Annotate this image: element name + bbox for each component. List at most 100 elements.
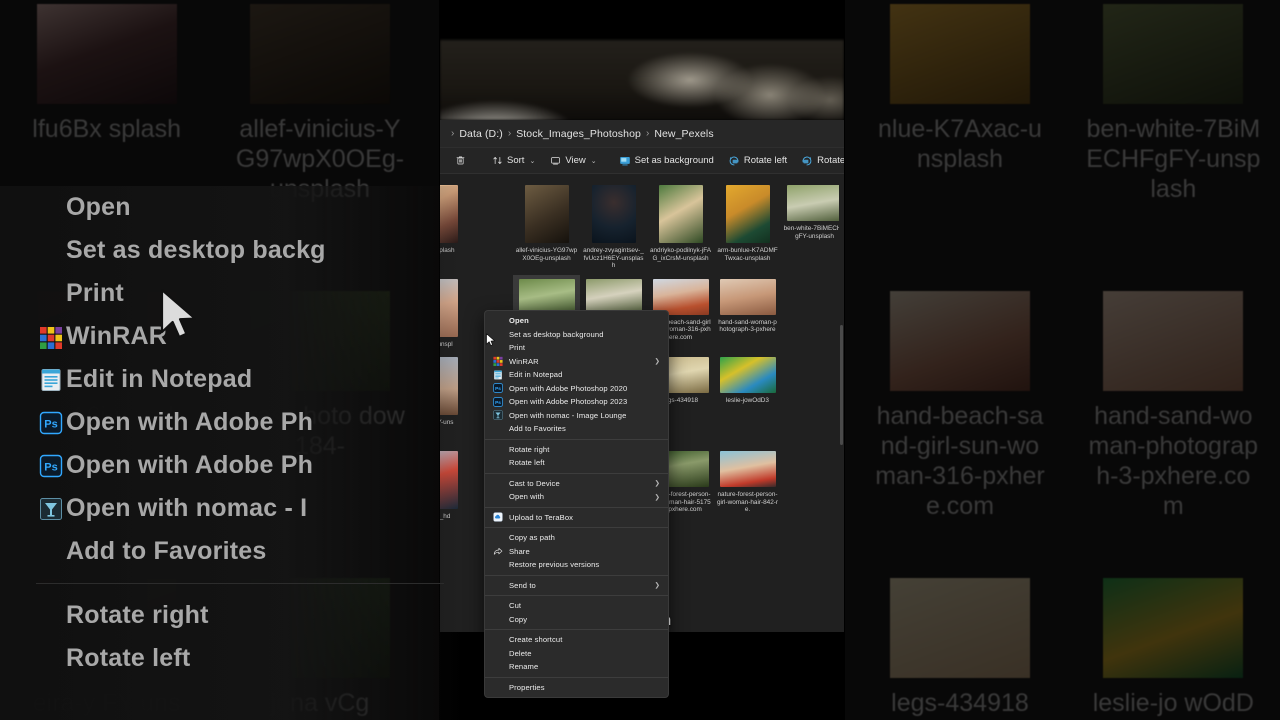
- no-icon: [491, 580, 504, 591]
- no-icon: [491, 682, 504, 693]
- rotate-left-button[interactable]: Rotate left: [721, 151, 794, 171]
- file-item[interactable]: ben-white-7BiMECHFgFY-unsplash: [781, 181, 844, 275]
- chevron-right-icon: ›: [451, 127, 455, 139]
- menu-item-label: Rename: [509, 662, 539, 672]
- menu-item-label: Send to: [509, 580, 536, 590]
- file-item[interactable]: leslie-jowOdD3: [714, 353, 781, 447]
- rotate-right-button[interactable]: Rotate right: [794, 151, 844, 171]
- set-as-background-button[interactable]: Set as background: [612, 151, 721, 171]
- menu-item-winrar[interactable]: WinRAR ❯: [485, 355, 668, 369]
- menu-item-edit-in-notepad[interactable]: Edit in Notepad: [485, 368, 668, 382]
- photoshop-icon: Ps: [38, 453, 64, 479]
- magnified-menu-item-open-with-photoshop-2023[interactable]: Ps Open with Adobe Ph: [0, 444, 464, 487]
- file-label: leslie-jowOdD3: [726, 397, 769, 405]
- menu-item-label: Open with Adobe Photoshop 2020: [509, 383, 628, 393]
- magnified-menu-label: Rotate right: [66, 601, 209, 629]
- video-letterbox-top: [440, 0, 844, 40]
- menu-item-copy[interactable]: Copy: [485, 613, 668, 627]
- menu-item-copy-as-path[interactable]: Copy as path: [485, 531, 668, 545]
- breadcrumb-item-folder[interactable]: Stock_Images_Photoshop: [516, 128, 641, 140]
- file-item[interactable]: hand-sand-woman-photograph-3-pxhere: [714, 275, 781, 354]
- no-icon: [491, 634, 504, 645]
- magnified-menu-item-open-with-photoshop-2020[interactable]: Ps Open with Adobe Ph: [0, 401, 464, 444]
- magnified-menu-item-set-as-desktop-background[interactable]: Set as desktop backg: [0, 229, 464, 272]
- menu-item-set-as-desktop-background[interactable]: Set as desktop background: [485, 328, 668, 342]
- file-item[interactable]: allef-vinicius-YG97wpX0OEg-unsplash: [513, 181, 580, 275]
- breadcrumb-item-drive[interactable]: Data (D:): [459, 128, 503, 140]
- file-thumbnail: [719, 451, 776, 488]
- file-thumbnail: [524, 185, 569, 243]
- file-item[interactable]: arm-bunlue-K7ADMFTwxac-unsplash: [714, 181, 781, 275]
- menu-separator: [485, 527, 668, 528]
- menu-item-create-shortcut[interactable]: Create shortcut: [485, 633, 668, 647]
- no-icon: [491, 491, 504, 502]
- breadcrumb[interactable]: › Data (D:) › Stock_Images_Photoshop › N…: [440, 120, 844, 148]
- magnified-menu-item-rotate-left[interactable]: Rotate left: [0, 637, 464, 680]
- menu-item-properties[interactable]: Properties: [485, 681, 668, 695]
- notepad-icon: [491, 369, 504, 380]
- no-icon: [491, 444, 504, 455]
- menu-item-print[interactable]: Print: [485, 341, 668, 355]
- no-icon: [491, 600, 504, 611]
- scrollbar-thumb[interactable]: [840, 325, 843, 445]
- magnified-menu-label: Set as desktop backg: [66, 236, 326, 264]
- menu-item-label: Properties: [509, 682, 545, 692]
- magnified-menu-item-open-with-nomacs[interactable]: Open with nomac - I: [0, 487, 464, 530]
- menu-separator: [485, 629, 668, 630]
- file-label: allef-vinicius-YG97wpX0OEg-unsplash: [515, 247, 578, 262]
- magnified-menu-item-winrar[interactable]: WinRAR: [0, 315, 464, 358]
- delete-button[interactable]: [448, 151, 476, 171]
- magnified-menu-label: Add to Favorites: [66, 537, 267, 565]
- breadcrumb-item-current[interactable]: New_Pexels: [654, 128, 713, 140]
- photoshop-icon: Ps: [38, 410, 64, 436]
- menu-item-open-with[interactable]: Open with ❯: [485, 490, 668, 504]
- magnified-menu-item-edit-in-notepad[interactable]: Edit in Notepad: [0, 358, 464, 401]
- menu-item-open-with-photoshop-2020[interactable]: Ps Open with Adobe Photoshop 2020: [485, 382, 668, 396]
- file-item[interactable]: andriyko-podilnyk-jFAG_ixCrsM-unsplash: [647, 181, 714, 275]
- magnified-menu-list: Open Set as desktop backg Print WinRAR E…: [0, 186, 464, 680]
- chevron-down-icon: ⌄: [529, 157, 536, 165]
- file-thumbnail: [719, 278, 776, 315]
- magnified-context-menu-overlay: Open Set as desktop backg Print WinRAR E…: [0, 186, 464, 720]
- magnified-menu-label: WinRAR: [66, 322, 167, 350]
- menu-item-upload-to-terabox[interactable]: Upload to TeraBox: [485, 511, 668, 525]
- menu-item-rotate-left[interactable]: Rotate left: [485, 456, 668, 470]
- magnified-menu-item-open[interactable]: Open: [0, 186, 464, 229]
- vertical-scrollbar[interactable]: [839, 175, 844, 632]
- magnified-menu-separator: [36, 583, 444, 584]
- menu-item-open[interactable]: Open: [485, 314, 668, 328]
- menu-item-label: Open with Adobe Photoshop 2023: [509, 397, 628, 407]
- rotate-left-icon: [728, 155, 740, 167]
- menu-item-open-with-photoshop-2023[interactable]: Ps Open with Adobe Photoshop 2023: [485, 395, 668, 409]
- file-item[interactable]: nature-forest-person-girl-woman-hair-842…: [714, 447, 781, 526]
- menu-item-restore-previous-versions[interactable]: Restore previous versions: [485, 558, 668, 572]
- chevron-right-icon: ›: [507, 127, 512, 139]
- menu-item-send-to[interactable]: Send to ❯: [485, 579, 668, 593]
- sort-button[interactable]: Sort ⌄: [484, 151, 542, 171]
- magnified-menu-item-print[interactable]: Print: [0, 272, 464, 315]
- svg-text:Ps: Ps: [495, 386, 501, 392]
- view-button-label: View: [565, 155, 586, 166]
- context-menu[interactable]: Open Set as desktop background Print Win…: [484, 310, 669, 698]
- chevron-right-icon: ❯: [654, 493, 660, 501]
- menu-item-cast-to-device[interactable]: Cast to Device ❯: [485, 477, 668, 491]
- menu-item-cut[interactable]: Cut: [485, 599, 668, 613]
- menu-item-share[interactable]: Share: [485, 545, 668, 559]
- file-thumbnail: [786, 185, 843, 221]
- rotate-right-icon: [801, 155, 813, 167]
- menu-item-label: Add to Favorites: [509, 424, 566, 434]
- menu-item-rename[interactable]: Rename: [485, 660, 668, 674]
- magnified-menu-item-rotate-right[interactable]: Rotate right: [0, 594, 464, 637]
- file-label: hand-sand-woman-photograph-3-pxhere: [718, 318, 777, 334]
- menu-item-label: Cut: [509, 601, 522, 611]
- file-item[interactable]: andrey-zvyagintsev-_fvUcz1H6EY-unsplash: [580, 181, 647, 275]
- no-icon: [491, 532, 504, 543]
- menu-item-add-to-favorites[interactable]: Add to Favorites: [485, 422, 668, 436]
- menu-separator: [485, 676, 668, 678]
- magnified-menu-item-add-to-favorites[interactable]: Add to Favorites: [0, 530, 464, 573]
- menu-item-rotate-right[interactable]: Rotate right: [485, 443, 668, 457]
- view-button[interactable]: View ⌄: [542, 151, 603, 171]
- menu-item-open-with-nomacs[interactable]: Open with nomac - Image Lounge: [485, 409, 668, 423]
- file-item: [781, 447, 844, 526]
- menu-item-delete[interactable]: Delete: [485, 647, 668, 661]
